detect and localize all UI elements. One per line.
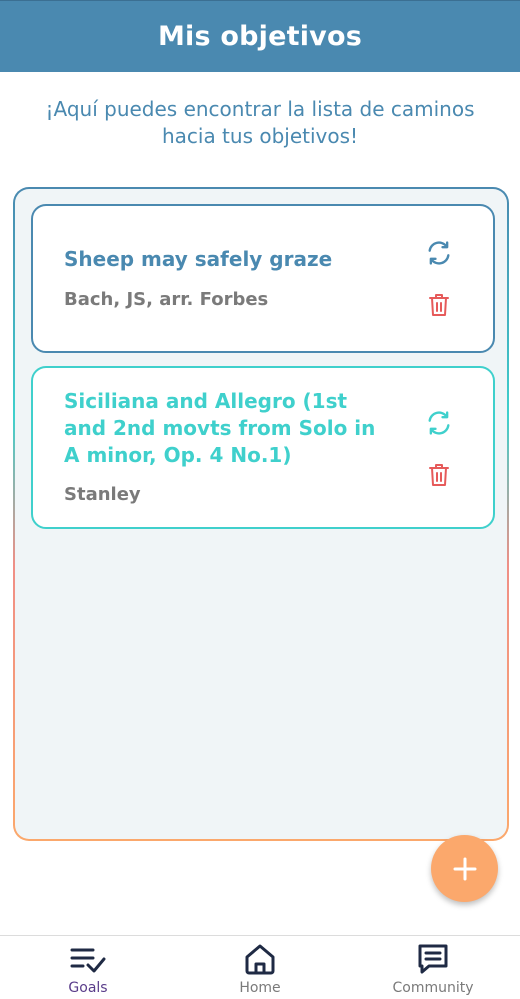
nav-item-home[interactable]: Home [200,936,320,999]
bottom-nav: Goals Home Community [0,935,520,999]
nav-label-home: Home [239,980,281,996]
goals-list-panel: Sheep may safely graze Bach, JS, arr. Fo… [13,187,509,841]
nav-item-goals[interactable]: Goals [28,936,148,999]
goal-author: Bach, JS, arr. Forbes [64,289,269,310]
goal-title: Siciliana and Allegro (1st and 2nd movts… [64,389,376,467]
refresh-icon[interactable] [424,408,454,438]
chat-icon [418,944,448,974]
intro-text: ¡Aquí puedes encontrar la lista de camin… [45,97,475,148]
nav-label-community: Community [392,980,474,996]
plus-icon [453,857,476,880]
add-goal-button[interactable] [431,835,498,902]
goal-author: Stanley [64,484,141,505]
goal-title: Sheep may safely graze [64,247,333,271]
page-title: Mis objetivos [157,21,363,52]
trash-icon[interactable] [424,290,454,320]
home-icon [245,944,275,975]
app-header: Mis objetivos [0,0,520,72]
nav-label-goals: Goals [68,980,108,996]
refresh-icon[interactable] [424,238,454,268]
goal-card[interactable]: Siciliana and Allegro (1st and 2nd movts… [31,366,495,529]
nav-item-community[interactable]: Community [373,936,493,999]
trash-icon[interactable] [424,460,454,490]
goals-checklist-icon [70,948,106,973]
goals-list: Sheep may safely graze Bach, JS, arr. Fo… [15,189,507,839]
goal-card[interactable]: Sheep may safely graze Bach, JS, arr. Fo… [31,204,495,353]
